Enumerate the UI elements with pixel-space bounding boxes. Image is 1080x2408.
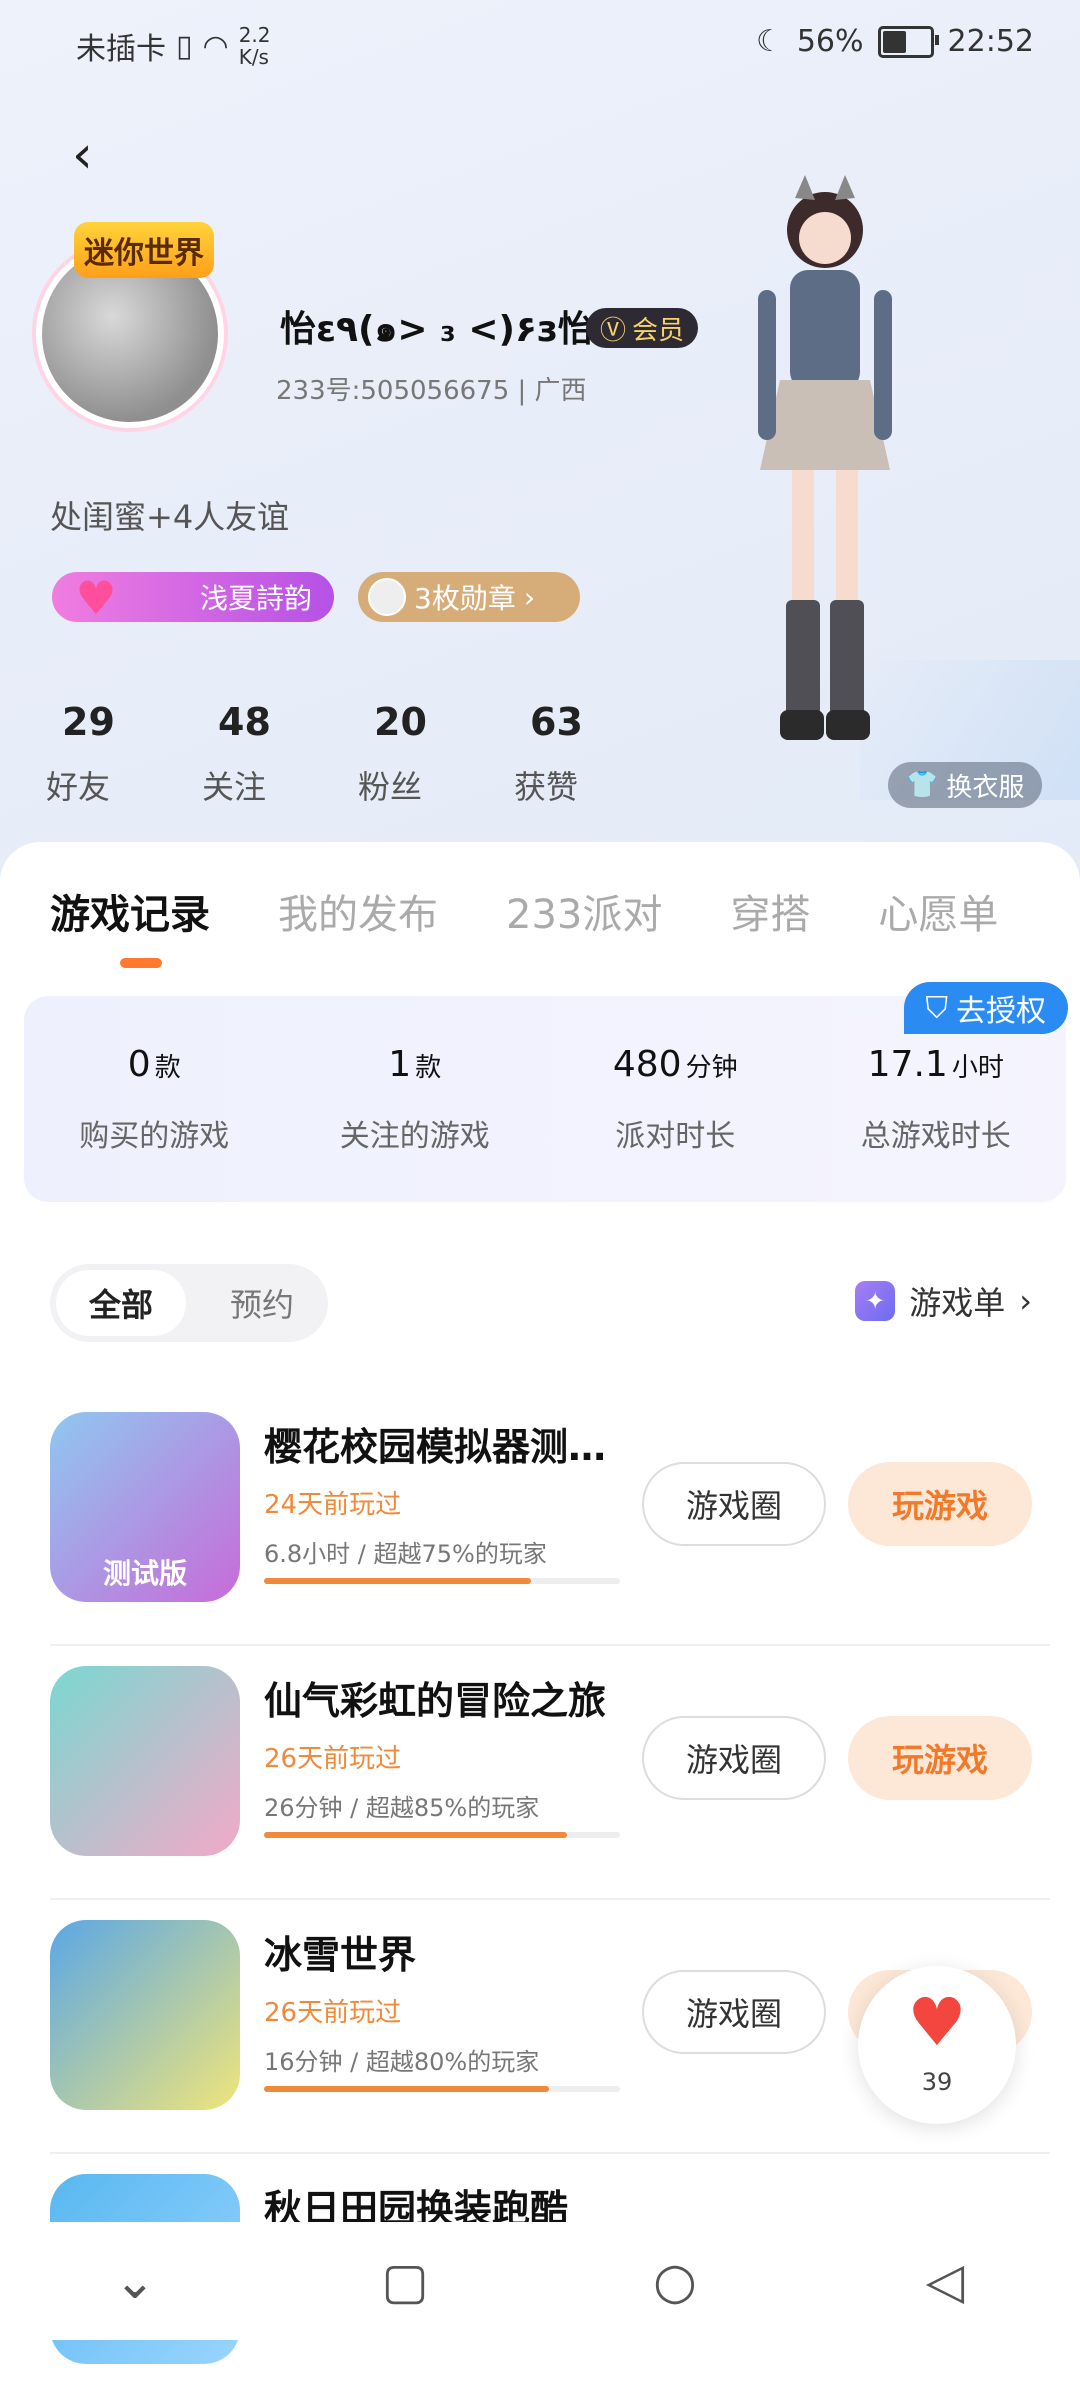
battery-icon — [877, 25, 939, 58]
nickname: 怡ε٩(๑> ₃ <)۶з怡 — [280, 309, 594, 350]
stat-following[interactable]: 48 关注 — [202, 700, 358, 808]
shield-icon: ⛉ — [925, 990, 949, 1026]
game-row[interactable]: 仙气彩虹的冒险之旅 26天前玩过 26分钟 / 超越85%的玩家 游戏圈 玩游戏 — [50, 1646, 1050, 1900]
like-count: 39 — [921, 2068, 953, 2096]
vip-badge[interactable]: Ⓥ 会员 — [586, 308, 699, 348]
game-stats-panel: ⛉ 去授权 0 款购买的游戏 1 款关注的游戏 480 分钟 派对时长 17.1 小时 总游戏… — [24, 982, 1068, 1202]
progress-bar — [264, 1832, 620, 1838]
sim-alert-icon: ▯ — [176, 28, 193, 64]
game-title: 冰雪世界 — [264, 1933, 417, 1977]
stat-party-time[interactable]: 480 分钟 派对时长 — [545, 1044, 806, 1155]
game-circle-button[interactable]: 游戏圈 — [642, 1462, 826, 1546]
game-title: 樱花校园模拟器测… — [264, 1425, 607, 1469]
filter-all[interactable]: 全部 — [56, 1270, 186, 1336]
game-thumbnail[interactable]: 测试版 — [50, 1412, 240, 1602]
play-stats: 6.8小时 / 超越75%的玩家 — [264, 1540, 547, 1568]
friendship-badge[interactable]: ♥ 浅夏詩韵 — [52, 571, 334, 625]
tab-bar: 游戏记录 我的发布 233派对 穿搭 心愿单 — [50, 882, 1066, 968]
progress-bar — [264, 2086, 620, 2092]
wing-heart-icon: ♥ — [75, 571, 117, 625]
progress-bar — [264, 1578, 620, 1584]
stat-purchased[interactable]: 0 款购买的游戏 — [24, 1044, 285, 1155]
tab-game-records[interactable]: 游戏记录 — [50, 882, 210, 968]
last-played: 24天前玩过 — [264, 1490, 402, 1520]
tab-233-party[interactable]: 233派对 — [506, 882, 662, 940]
change-outfit-button[interactable]: 👕 换衣服 — [888, 762, 1043, 808]
game-thumbnail[interactable] — [50, 1666, 240, 1856]
tab-wishlist[interactable]: 心愿单 — [878, 882, 998, 940]
play-stats: 26分钟 / 超越85%的玩家 — [264, 1794, 540, 1822]
play-game-button[interactable]: 玩游戏 — [848, 1716, 1032, 1800]
medals-badge[interactable]: 3枚勋章 › — [358, 572, 580, 622]
bio-text: 处闺蜜+4人友谊 — [50, 498, 290, 536]
game-circle-button[interactable]: 游戏圈 — [642, 1716, 826, 1800]
network-speed: 2.2 K/s — [238, 23, 271, 69]
chevron-right-icon: › — [523, 580, 536, 614]
sparkle-icon: ✦ — [855, 1281, 896, 1321]
like-button[interactable]: ♥ 39 — [858, 1966, 1016, 2124]
shirt-icon: 👕 — [906, 770, 939, 800]
stat-fans[interactable]: 20 粉丝 — [358, 700, 514, 808]
medal-icon — [368, 578, 406, 616]
game-title: 仙气彩虹的冒险之旅 — [264, 1679, 607, 1723]
play-game-button[interactable]: 玩游戏 — [848, 1462, 1032, 1546]
game-circle-button[interactable]: 游戏圈 — [642, 1970, 826, 2054]
game-list-link[interactable]: ✦ 游戏单 › — [855, 1278, 1032, 1324]
nav-back-icon[interactable]: ◁ — [905, 2252, 985, 2310]
heart-icon: ♥ — [907, 1984, 967, 2061]
filter-reserve[interactable]: 预约 — [202, 1270, 322, 1336]
last-played: 26天前玩过 — [264, 1998, 402, 2028]
nav-recents-icon[interactable]: ▢ — [365, 2252, 445, 2310]
system-nav-bar: ⌄ ▢ ○ ◁ — [0, 2222, 1080, 2340]
filter-toggle: 全部 预约 — [50, 1264, 328, 1342]
chevron-right-icon: › — [1019, 1282, 1032, 1320]
nav-home-icon[interactable]: ○ — [635, 2252, 715, 2310]
nav-down-icon[interactable]: ⌄ — [95, 2252, 175, 2310]
game-thumbnail[interactable] — [50, 1920, 240, 2110]
social-stats: 29 好友 48 关注 20 粉丝 63 获赞 — [46, 700, 670, 808]
back-arrow-icon[interactable]: ‹ — [72, 129, 112, 181]
stat-total-time[interactable]: 17.1 小时 总游戏时长 — [806, 1044, 1067, 1155]
user-id: 233号:505056675 | 广西 — [276, 376, 587, 406]
play-stats: 16分钟 / 超越80%的玩家 — [264, 2048, 540, 2076]
wifi-icon: ◠ — [202, 28, 229, 64]
moon-icon: ☾ — [755, 24, 783, 59]
last-played: 26天前玩过 — [264, 1744, 402, 1774]
game-row[interactable]: 测试版 樱花校园模拟器测… 24天前玩过 6.8小时 / 超越75%的玩家 游戏… — [50, 1392, 1050, 1646]
v-icon: Ⓥ — [600, 315, 627, 346]
tab-my-posts[interactable]: 我的发布 — [278, 882, 438, 940]
avatar-character[interactable] — [700, 170, 950, 790]
battery-percent: 56% — [796, 24, 864, 59]
tab-outfits[interactable]: 穿搭 — [730, 882, 810, 940]
status-bar: 未插卡 ▯ ◠ 2.2 K/s ☾ 56% 22:52 — [0, 0, 1080, 90]
avatar-frame-logo: 迷你世界 — [74, 222, 214, 278]
stat-followed-games[interactable]: 1 款关注的游戏 — [285, 1044, 546, 1155]
carrier-text: 未插卡 — [76, 32, 166, 67]
stat-friends[interactable]: 29 好友 — [46, 700, 202, 808]
clock: 22:52 — [947, 24, 1034, 59]
authorize-button[interactable]: ⛉ 去授权 — [903, 982, 1068, 1034]
stat-likes[interactable]: 63 获赞 — [514, 700, 670, 808]
